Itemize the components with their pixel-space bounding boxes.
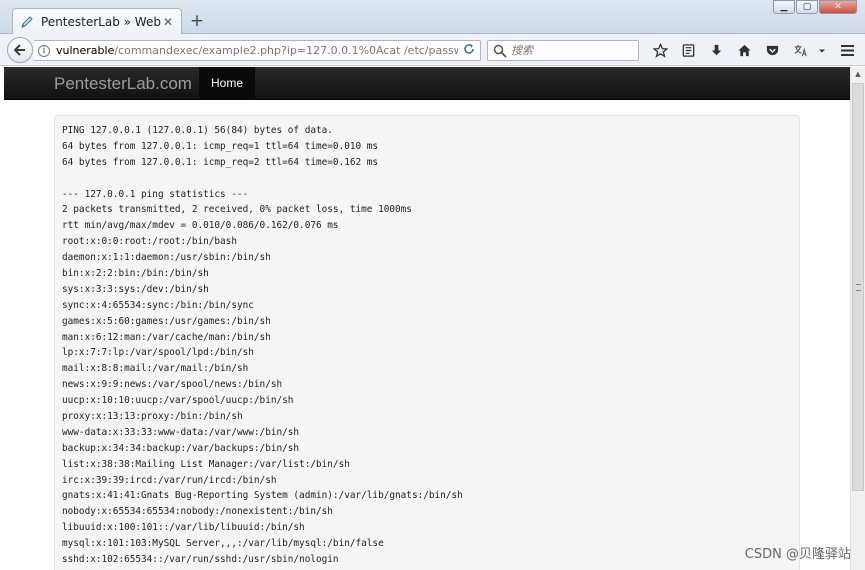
output-line: rtt min/avg/max/mdev = 0.010/0.086/0.162… [62,220,339,232]
output-line: irc:x:39:39:ircd:/var/run/ircd:/bin/sh [62,474,277,486]
download-icon[interactable] [702,40,730,61]
output-line: sync:x:4:65534:sync:/bin:/bin/sync [62,299,254,311]
pen-favicon-icon [19,14,35,30]
address-bar[interactable]: i vulnerable/commandexec/example2.php?ip… [34,40,481,61]
watermark: CSDN @贝隆驿站 [744,547,851,562]
search-bar[interactable] [487,40,639,61]
output-line: 64 bytes from 127.0.0.1: icmp_req=2 ttl=… [62,156,379,168]
output-line: --- 127.0.0.1 ping statistics --- [62,188,249,200]
scroll-grip-icon [856,284,861,291]
search-input[interactable] [511,44,631,57]
output-line: uucp:x:10:10:uucp:/var/spool/uucp:/bin/s… [62,395,294,407]
url-host: vulnerable [56,44,115,57]
output-line: 2 packets transmitted, 2 received, 0% pa… [62,204,412,216]
scrollbar-thumb[interactable] [852,83,864,491]
site-info-icon[interactable]: i [38,44,50,57]
search-icon [493,44,507,58]
output-line: root:x:0:0:root:/root:/bin/bash [62,236,237,248]
toolbar-icons [646,40,830,61]
back-arrow-icon [13,44,25,56]
output-line: mail:x:8:8:mail:/var/mail:/bin/sh [62,363,249,375]
window-controls: ▁ ▢ ✕ [772,0,857,14]
output-line: proxy:x:13:13:proxy:/bin:/bin/sh [62,411,243,423]
scroll-up-icon[interactable]: ▲ [851,67,865,81]
back-button[interactable] [7,37,33,63]
page-viewport: PentesterLab.com Home PING 127.0.0.1 (12… [4,67,850,570]
vertical-scrollbar[interactable]: ▲ [850,67,865,570]
output-line: sys:x:3:3:sys:/dev:/bin/sh [62,283,209,295]
dropdown-arrow-icon[interactable] [814,40,830,61]
maximize-button[interactable]: ▢ [796,0,818,14]
bookmark-star-icon[interactable] [646,40,674,61]
url-path: /commandexec/example2.php?ip=127.0.0.1%0… [114,44,458,57]
output-line: nobody:x:65534:65534:nobody:/nonexistent… [62,506,333,518]
pocket-icon[interactable] [758,40,786,61]
output-line: daemon:x:1:1:daemon:/usr/sbin:/bin/sh [62,252,271,264]
close-window-button[interactable]: ✕ [819,0,857,14]
output-line: games:x:5:60:games:/usr/games:/bin/sh [62,315,271,327]
output-line: list:x:38:38:Mailing List Manager:/var/l… [62,458,350,470]
translate-extension-icon[interactable] [786,40,814,61]
reading-list-icon[interactable] [674,40,702,61]
home-icon[interactable] [730,40,758,61]
output-line: www-data:x:33:33:www-data:/var/www:/bin/… [62,426,300,438]
reload-icon[interactable] [458,43,480,59]
navigation-toolbar: i vulnerable/commandexec/example2.php?ip… [0,34,865,66]
output-line: 64 bytes from 127.0.0.1: icmp_req=1 ttl=… [62,140,379,152]
output-line: lp:x:7:7:lp:/var/spool/lpd:/bin/sh [62,347,254,359]
new-tab-button[interactable]: + [188,12,206,30]
nav-home-link[interactable]: Home [199,67,256,100]
tab-close-icon[interactable]: ✕ [161,15,175,29]
output-line: mysql:x:101:103:MySQL Server,,,:/var/lib… [62,538,384,550]
tab-title: PentesterLab » Web for ... [41,15,161,29]
site-navbar: PentesterLab.com Home [4,67,850,100]
browser-tab[interactable]: PentesterLab » Web for ... ✕ [12,8,182,35]
hamburger-menu-icon[interactable] [836,40,858,61]
output-line: backup:x:34:34:backup:/var/backups:/bin/… [62,442,300,454]
output-line: news:x:9:9:news:/var/spool/news:/bin/sh [62,379,283,391]
output-line: libuuid:x:100:101::/var/lib/libuuid:/bin… [62,522,305,534]
browser-titlebar: PentesterLab » Web for ... ✕ + ▁ ▢ ✕ [0,0,865,35]
output-line: gnats:x:41:41:Gnats Bug-Reporting System… [62,490,463,502]
minimize-button[interactable]: ▁ [773,0,795,14]
command-output: PING 127.0.0.1 (127.0.0.1) 56(84) bytes … [54,115,800,570]
output-line: bin:x:2:2:bin:/bin:/bin/sh [62,268,209,280]
output-line: man:x:6:12:man:/var/cache/man:/bin/sh [62,331,271,343]
site-brand[interactable]: PentesterLab.com [54,74,192,94]
output-line: sshd:x:102:65534::/var/run/sshd:/usr/sbi… [62,554,339,566]
output-line: PING 127.0.0.1 (127.0.0.1) 56(84) bytes … [62,125,333,136]
url-text[interactable]: vulnerable/commandexec/example2.php?ip=1… [56,44,458,57]
